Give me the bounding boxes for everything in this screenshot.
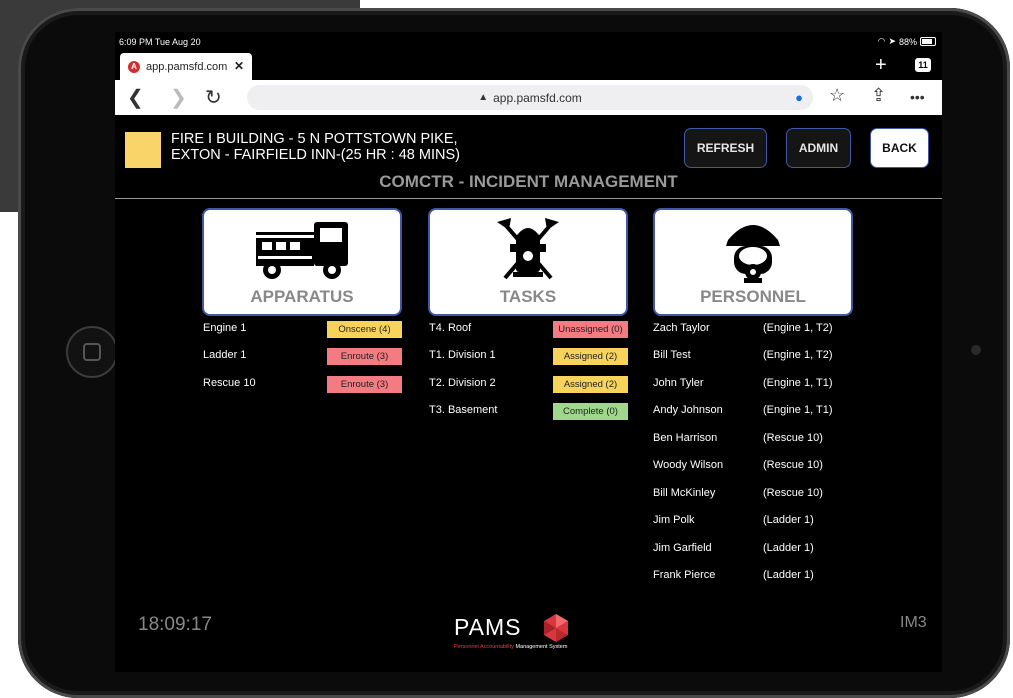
incident-title: FIRE I BUILDING - 5 N POTTSTOWN PIKE, EX… xyxy=(171,131,460,163)
camera xyxy=(971,345,981,355)
admin-button[interactable]: ADMIN xyxy=(786,128,851,168)
personnel-unit: (Engine 1, T2) xyxy=(763,349,833,361)
personnel-name[interactable]: Zach Taylor xyxy=(653,322,710,334)
task-status-badge[interactable]: Unassigned (0) xyxy=(553,321,628,338)
task-name[interactable]: T3. Basement xyxy=(429,404,497,416)
browser-tab-bar: A app.pamsfd.com ✕ + 11 xyxy=(115,50,942,80)
task-status-badge[interactable]: Assigned (2) xyxy=(553,376,628,393)
personnel-unit: (Ladder 1) xyxy=(763,542,814,554)
url-field[interactable]: ▲ app.pamsfd.com ● xyxy=(247,85,813,110)
apparatus-name[interactable]: Ladder 1 xyxy=(203,349,246,361)
divider xyxy=(115,198,942,199)
forward-icon[interactable]: ❯ xyxy=(170,85,187,110)
back-icon[interactable]: ❮ xyxy=(127,85,144,110)
url-text: app.pamsfd.com xyxy=(493,90,582,105)
personnel-name[interactable]: Ben Harrison xyxy=(653,432,717,444)
personnel-unit: (Ladder 1) xyxy=(763,569,814,581)
clock: 18:09:17 xyxy=(138,614,212,635)
microphone-icon[interactable]: ● xyxy=(795,90,803,105)
tab-title: app.pamsfd.com xyxy=(146,60,228,73)
personnel-name[interactable]: Jim Polk xyxy=(653,514,695,526)
personnel-name[interactable]: Jim Garfield xyxy=(653,542,712,554)
task-name[interactable]: T2. Division 2 xyxy=(429,377,496,389)
incident-color-swatch xyxy=(125,132,161,168)
share-icon[interactable]: ⇪ xyxy=(871,85,886,106)
screen: 6:09 PM Tue Aug 20 ◠ ➤ 88% A app.pamsfd.… xyxy=(115,32,942,672)
angular-favicon-icon: A xyxy=(128,60,140,73)
tasks-card[interactable]: TASKS xyxy=(428,208,628,316)
personnel-unit: (Rescue 10) xyxy=(763,459,823,471)
status-date: Tue Aug 20 xyxy=(154,37,201,47)
wifi-icon: ◠ xyxy=(877,36,886,46)
page-title: COMCTR - INCIDENT MANAGEMENT xyxy=(379,172,678,191)
apparatus-status-badge[interactable]: Onscene (4) xyxy=(327,321,402,338)
apparatus-status-badge[interactable]: Enroute (3) xyxy=(327,376,402,393)
personnel-card[interactable]: PERSONNEL xyxy=(653,208,853,316)
personnel-card-label: PERSONNEL xyxy=(700,287,806,306)
apparatus-name[interactable]: Engine 1 xyxy=(203,322,246,334)
more-icon[interactable]: ••• xyxy=(910,89,925,105)
pams-tagline: Personnel Accountability Management Syst… xyxy=(454,644,568,650)
personnel-unit: (Ladder 1) xyxy=(763,514,814,526)
fire-truck-icon xyxy=(256,222,348,279)
apparatus-card[interactable]: APPARATUS xyxy=(202,208,402,316)
task-status-badge[interactable]: Assigned (2) xyxy=(553,348,628,365)
personnel-name[interactable]: Andy Johnson xyxy=(653,404,723,416)
new-tab-icon[interactable]: + xyxy=(875,54,887,77)
battery-percent: 88% xyxy=(898,36,917,47)
personnel-name[interactable]: Bill McKinley xyxy=(653,487,715,499)
personnel-unit: (Rescue 10) xyxy=(763,432,823,444)
personnel-name[interactable]: Woody Wilson xyxy=(653,459,723,471)
apparatus-card-label: APPARATUS xyxy=(250,287,354,306)
apparatus-status-badge[interactable]: Enroute (3) xyxy=(327,348,402,365)
task-name[interactable]: T4. Roof xyxy=(429,322,471,334)
bookmark-star-icon[interactable]: ☆ xyxy=(829,85,845,106)
personnel-unit: (Engine 1, T1) xyxy=(763,404,833,416)
firefighter-mask-icon xyxy=(726,225,780,283)
battery-icon xyxy=(920,37,936,46)
status-time: 6:09 PM xyxy=(119,37,153,47)
pams-brand: PAMS xyxy=(454,614,522,640)
personnel-name[interactable]: Bill Test xyxy=(653,349,691,361)
pams-logo-icon xyxy=(544,614,568,642)
refresh-button[interactable]: REFRESH xyxy=(684,128,767,168)
tab-count-icon[interactable]: 11 xyxy=(915,58,931,72)
personnel-unit: (Engine 1, T2) xyxy=(763,322,833,334)
tasks-card-label: TASKS xyxy=(499,287,557,306)
personnel-name[interactable]: Frank Pierce xyxy=(653,569,715,581)
location-icon: ➤ xyxy=(888,36,896,46)
back-button[interactable]: BACK xyxy=(870,128,929,168)
personnel-name[interactable]: John Tyler xyxy=(653,377,704,389)
screen-code: IM3 xyxy=(900,614,927,631)
status-bar: 6:09 PM Tue Aug 20 ◠ ➤ 88% xyxy=(115,32,942,50)
task-status-badge[interactable]: Complete (0) xyxy=(553,403,628,420)
fire-hydrant-axes-icon xyxy=(497,218,559,280)
personnel-unit: (Engine 1, T1) xyxy=(763,377,833,389)
personnel-unit: (Rescue 10) xyxy=(763,487,823,499)
home-button[interactable] xyxy=(66,326,118,378)
apparatus-name[interactable]: Rescue 10 xyxy=(203,377,256,389)
browser-tab[interactable]: A app.pamsfd.com ✕ xyxy=(120,53,252,80)
close-tab-icon[interactable]: ✕ xyxy=(234,59,244,73)
reload-icon[interactable]: ↻ xyxy=(205,85,222,110)
task-name[interactable]: T1. Division 1 xyxy=(429,349,496,361)
browser-toolbar: ❮ ❯ ↻ ▲ app.pamsfd.com ● ☆ ⇪ ••• xyxy=(115,80,942,115)
warning-icon: ▲ xyxy=(478,92,489,103)
